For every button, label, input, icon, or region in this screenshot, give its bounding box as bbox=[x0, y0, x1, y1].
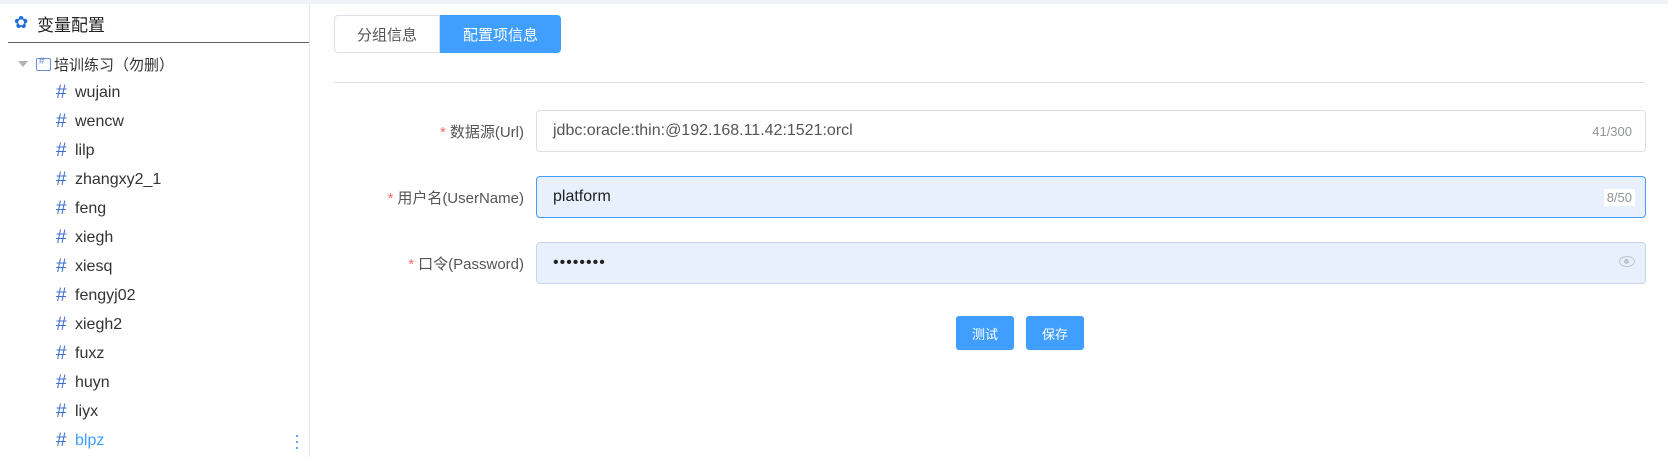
sidebar: ✿ 变量配置 培训练习（勿删） # wujain # wencw # lilp … bbox=[8, 4, 310, 457]
url-label: * 数据源(Url) bbox=[334, 121, 536, 142]
url-label-text: 数据源(Url) bbox=[449, 123, 524, 141]
hash-icon: # bbox=[56, 430, 67, 451]
tab-group-info[interactable]: 分组信息 bbox=[334, 15, 441, 53]
tree-item-xiesq[interactable]: # xiesq bbox=[8, 252, 308, 281]
username-value: platform bbox=[553, 188, 611, 205]
tree-item-feng[interactable]: # feng bbox=[8, 194, 308, 223]
tree-item-label: xiegh bbox=[75, 228, 114, 246]
hash-icon: # bbox=[56, 198, 67, 219]
main-panel: 分组信息 配置项信息 * 数据源(Url) jdbc:oracle:thin:@1… bbox=[310, 4, 1668, 457]
username-label-text: 用户名(UserName) bbox=[397, 189, 524, 207]
tree-item-label: wencw bbox=[75, 112, 124, 130]
tree-item-label: zhangxy2_1 bbox=[75, 170, 162, 188]
url-input[interactable]: jdbc:oracle:thin:@192.168.11.42:1521:orc… bbox=[536, 110, 1646, 152]
tree-item-xiegh[interactable]: # xiegh bbox=[8, 223, 308, 252]
tree-item-huyn[interactable]: # huyn bbox=[8, 368, 308, 397]
gear-icon: ✿ bbox=[14, 13, 29, 32]
tree-item-xiegh2[interactable]: # xiegh2 bbox=[8, 310, 308, 339]
username-row: * 用户名(UserName) platform 8/50 bbox=[334, 176, 1646, 218]
tree-item-label: feng bbox=[75, 199, 107, 217]
tree-root-node[interactable]: 培训练习（勿删） bbox=[8, 50, 174, 78]
tab-config-item-info[interactable]: 配置项信息 bbox=[440, 15, 562, 53]
required-mark: * bbox=[440, 123, 446, 141]
folder-icon bbox=[36, 56, 51, 71]
tree-item-label: xiesq bbox=[75, 257, 113, 275]
tree-item-label: huyn bbox=[75, 373, 110, 391]
tree-item-label: blpz bbox=[75, 431, 105, 449]
test-button[interactable]: 测试 bbox=[956, 316, 1015, 350]
divider bbox=[334, 82, 1644, 83]
hash-icon: # bbox=[56, 372, 67, 393]
tab-group: 分组信息 配置项信息 bbox=[334, 15, 562, 53]
hash-icon: # bbox=[56, 140, 67, 161]
tree-item-zhangxy2-1[interactable]: # zhangxy2_1 bbox=[8, 165, 308, 194]
sidebar-header: ✿ 变量配置 bbox=[8, 4, 309, 43]
hash-icon: # bbox=[56, 314, 67, 335]
hash-icon: # bbox=[56, 401, 67, 422]
hash-icon: # bbox=[56, 82, 67, 103]
tree-item-wujain[interactable]: # wujain bbox=[8, 78, 308, 107]
tree-item-label: liyx bbox=[75, 402, 99, 420]
tree-item-label: fengyj02 bbox=[75, 286, 136, 304]
sidebar-title: 变量配置 bbox=[37, 15, 105, 35]
tree-list: # wujain # wencw # lilp # zhangxy2_1 # f… bbox=[8, 78, 308, 456]
username-label: * 用户名(UserName) bbox=[334, 187, 536, 208]
tree-item-fuxz[interactable]: # fuxz bbox=[8, 339, 308, 368]
more-vertical-icon[interactable]: · · · bbox=[294, 426, 300, 456]
required-mark: * bbox=[408, 255, 415, 273]
hash-icon: # bbox=[56, 343, 67, 364]
username-input[interactable]: platform 8/50 bbox=[536, 176, 1646, 218]
tree-item-blpz[interactable]: # blpz · · · bbox=[8, 426, 308, 456]
form-actions: 测试 保存 bbox=[956, 316, 1085, 350]
password-value: •••••••• bbox=[553, 254, 606, 271]
url-value: jdbc:oracle:thin:@192.168.11.42:1521:orc… bbox=[553, 122, 853, 139]
tree-item-fengyj02[interactable]: # fengyj02 bbox=[8, 281, 308, 310]
password-input[interactable]: •••••••• bbox=[536, 242, 1646, 284]
password-label: * 口令(Password) bbox=[334, 253, 536, 274]
tree-item-liyx[interactable]: # liyx bbox=[8, 397, 308, 426]
tree-item-wencw[interactable]: # wencw bbox=[8, 107, 308, 136]
hash-icon: # bbox=[56, 169, 67, 190]
required-mark: * bbox=[387, 189, 394, 207]
hash-icon: # bbox=[56, 227, 67, 248]
username-char-count: 8/50 bbox=[1603, 188, 1635, 206]
password-label-text: 口令(Password) bbox=[418, 255, 524, 273]
tree-item-label: xiegh2 bbox=[75, 315, 123, 333]
tree-root-label: 培训练习（勿删） bbox=[54, 56, 175, 74]
tree-item-label: fuxz bbox=[75, 344, 105, 362]
hash-icon: # bbox=[56, 285, 67, 306]
eye-icon[interactable] bbox=[1619, 256, 1635, 267]
tree-item-label: wujain bbox=[75, 83, 121, 101]
tree-item-lilp[interactable]: # lilp bbox=[8, 136, 308, 165]
hash-icon: # bbox=[56, 256, 67, 277]
password-row: * 口令(Password) •••••••• bbox=[334, 242, 1646, 284]
url-row: * 数据源(Url) jdbc:oracle:thin:@192.168.11.4… bbox=[334, 110, 1646, 152]
caret-down-icon[interactable] bbox=[18, 61, 28, 67]
hash-icon: # bbox=[56, 111, 67, 132]
tree-item-label: lilp bbox=[75, 141, 95, 159]
url-char-count: 41/300 bbox=[1589, 122, 1635, 140]
save-button[interactable]: 保存 bbox=[1026, 316, 1085, 350]
